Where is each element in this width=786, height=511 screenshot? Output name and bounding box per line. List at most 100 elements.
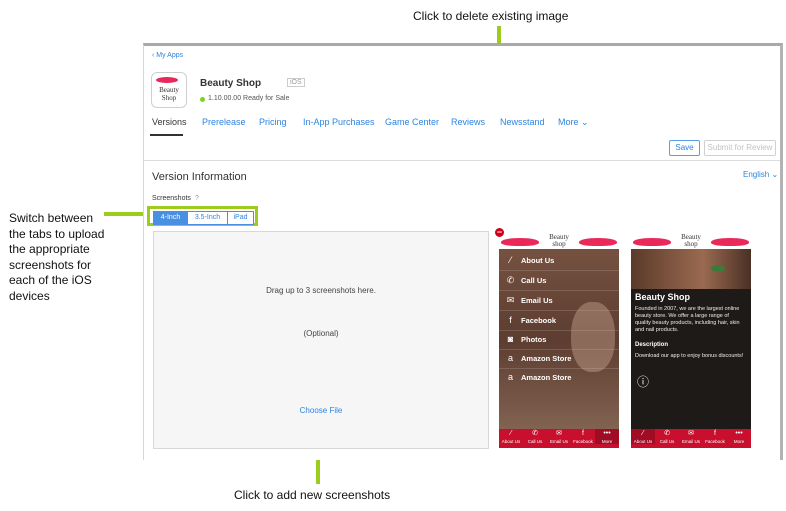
tab-in-app-purchases[interactable]: In-App Purchases	[303, 117, 375, 127]
tab-bar-label: Call Us	[659, 439, 675, 444]
callout-delete-text: Click to delete existing image	[413, 9, 569, 23]
screenshot-thumbnail[interactable]: Beauty shop ⁄ About Us ✆ Call Us ✉ Email Us…	[499, 232, 619, 448]
submit-for-review-button[interactable]: Submit for Review	[704, 140, 776, 156]
envelope-icon: ✉	[688, 430, 694, 437]
more-icon: •••	[735, 430, 743, 437]
status-dot	[200, 97, 205, 102]
screenshots-label: Screenshots	[152, 195, 191, 202]
tab-more-label: More	[558, 117, 579, 127]
save-button[interactable]: Save	[669, 140, 700, 156]
thumbnail-header: Beauty shop	[631, 232, 751, 249]
camera-icon: ◙	[507, 334, 514, 344]
logo-line: shop	[552, 240, 566, 248]
app-name: Beauty Shop	[200, 78, 262, 89]
tab-bar-label: Facebook	[705, 439, 725, 444]
facebook-icon: f	[509, 315, 512, 325]
back-link-label: My Apps	[156, 52, 184, 59]
screenshot-thumbnail[interactable]: Beauty shop Beauty Shop Founded in 2007,…	[631, 232, 751, 448]
header-divider	[144, 160, 780, 161]
language-select[interactable]: English ⌄	[743, 170, 778, 179]
back-link[interactable]: ‹ My Apps	[152, 52, 183, 59]
list-item-label: Call Us	[521, 276, 547, 285]
chevron-left-icon: ‹	[152, 52, 155, 59]
tab-bar-item: ⁄ About Us	[631, 429, 655, 444]
list-item-label: Facebook	[521, 316, 557, 325]
phone-icon: ✆	[664, 430, 670, 437]
info-icon: ⓘ	[637, 375, 650, 389]
tab-bar-label: About Us	[501, 439, 521, 444]
dropzone-hint: Drag up to 3 screenshots here.	[266, 286, 376, 295]
help-icon[interactable]: ?	[195, 195, 199, 202]
screenshot-dropzone[interactable]: Drag up to 3 screenshots here. (Optional…	[153, 231, 489, 449]
chevron-down-icon: ⌄	[581, 117, 589, 127]
choose-file-link[interactable]: Choose File	[154, 406, 488, 415]
tab-bar-label: More	[601, 439, 613, 444]
list-item: ⁄ About Us	[499, 251, 619, 271]
list-item: a Amazon Store	[499, 368, 619, 387]
list-item-label: Email Us	[521, 296, 553, 305]
facebook-icon: f	[582, 430, 584, 437]
facebook-icon: f	[714, 430, 716, 437]
tab-newsstand[interactable]: Newsstand	[500, 117, 545, 127]
tab-bar-item: ✆ Call Us	[655, 429, 679, 444]
info-panel: Beauty Shop Founded in 2007, we are the …	[631, 289, 751, 429]
list-item-label: About Us	[521, 256, 555, 265]
app-icon: Beauty Shop	[151, 72, 187, 108]
info-desc: Download our app to enjoy bonus discount…	[635, 353, 744, 359]
info-desc-heading: Description	[635, 342, 669, 348]
device-tab-3-5-inch[interactable]: 3.5-Inch	[187, 211, 228, 225]
platform-badge: iOS	[287, 78, 305, 87]
status-text: 1.10.00.00 Ready for Sale	[208, 95, 290, 102]
tab-bar-item: ⁄ About Us	[499, 429, 523, 444]
tab-bar-item: ••• More	[595, 429, 619, 444]
callout-switch-line: the tabs to upload	[9, 226, 105, 241]
info-body: Founded in 2007, we are the largest onli…	[635, 306, 740, 333]
tab-bar-item: f Facebook	[703, 429, 727, 444]
tab-bar-item: ••• More	[727, 429, 751, 444]
tab-versions[interactable]: Versions	[152, 117, 187, 127]
callout-switch-line: the appropriate	[9, 242, 90, 256]
callout-switch-line: screenshots for	[9, 257, 92, 272]
tab-prerelease[interactable]: Prerelease	[202, 117, 246, 127]
thumbnail-tab-bar: ⁄ About Us ✆ Call Us ✉ Email Us f Facebook •…	[499, 429, 619, 448]
tab-bar-item: ✉ Email Us	[547, 429, 571, 444]
device-tab-ipad[interactable]: iPad	[227, 211, 254, 225]
amazon-icon: a	[507, 353, 513, 363]
portrait-eye	[711, 265, 725, 272]
callout-switch-line: Switch between	[9, 211, 94, 225]
brush-icon: ⁄	[509, 255, 512, 265]
phone-icon: ✆	[532, 430, 538, 437]
envelope-icon: ✉	[556, 430, 562, 437]
device-tab-4-inch[interactable]: 4-Inch	[153, 211, 188, 225]
section-title: Version Information	[152, 171, 247, 183]
phone-icon: ✆	[506, 275, 515, 285]
app-window: ‹ My Apps Beauty Shop Beauty Shop iOS 1.…	[143, 43, 783, 460]
list-item-label: Amazon Store	[521, 354, 572, 363]
tab-bar-label: More	[733, 439, 745, 444]
tab-bar-label: Email Us	[549, 439, 568, 444]
tab-bar-label: About Us	[633, 439, 653, 444]
tab-game-center[interactable]: Game Center	[385, 117, 439, 127]
amazon-icon: a	[507, 372, 513, 382]
callout-switch-text: Switch between the tabs to upload the ap…	[9, 211, 114, 304]
tab-bar-label: Email Us	[681, 439, 700, 444]
tab-bar-label: Facebook	[573, 439, 593, 444]
tab-bar-item: f Facebook	[571, 429, 595, 444]
tab-pricing[interactable]: Pricing	[259, 117, 287, 127]
brush-icon: ⁄	[642, 430, 644, 437]
callout-switch-line: each of the iOS	[9, 273, 92, 287]
delete-image-button[interactable]: −	[495, 228, 504, 237]
tab-more[interactable]: More ⌄	[558, 117, 589, 128]
envelope-icon: ✉	[506, 295, 515, 305]
thumbnail-header: Beauty shop	[499, 232, 619, 249]
logo-line: shop	[684, 240, 698, 248]
list-item-label: Amazon Store	[521, 373, 572, 382]
portrait-face	[571, 302, 615, 372]
portrait-photo	[631, 249, 751, 289]
tab-bar-item: ✉ Email Us	[679, 429, 703, 444]
list-item-label: Photos	[521, 335, 547, 344]
callout-switch-line: devices	[9, 288, 50, 303]
chevron-down-icon: ⌄	[771, 170, 779, 179]
tab-reviews[interactable]: Reviews	[451, 117, 485, 127]
thumbnail-tab-bar: ⁄ About Us ✆ Call Us ✉ Email Us f Facebook •…	[631, 429, 751, 448]
